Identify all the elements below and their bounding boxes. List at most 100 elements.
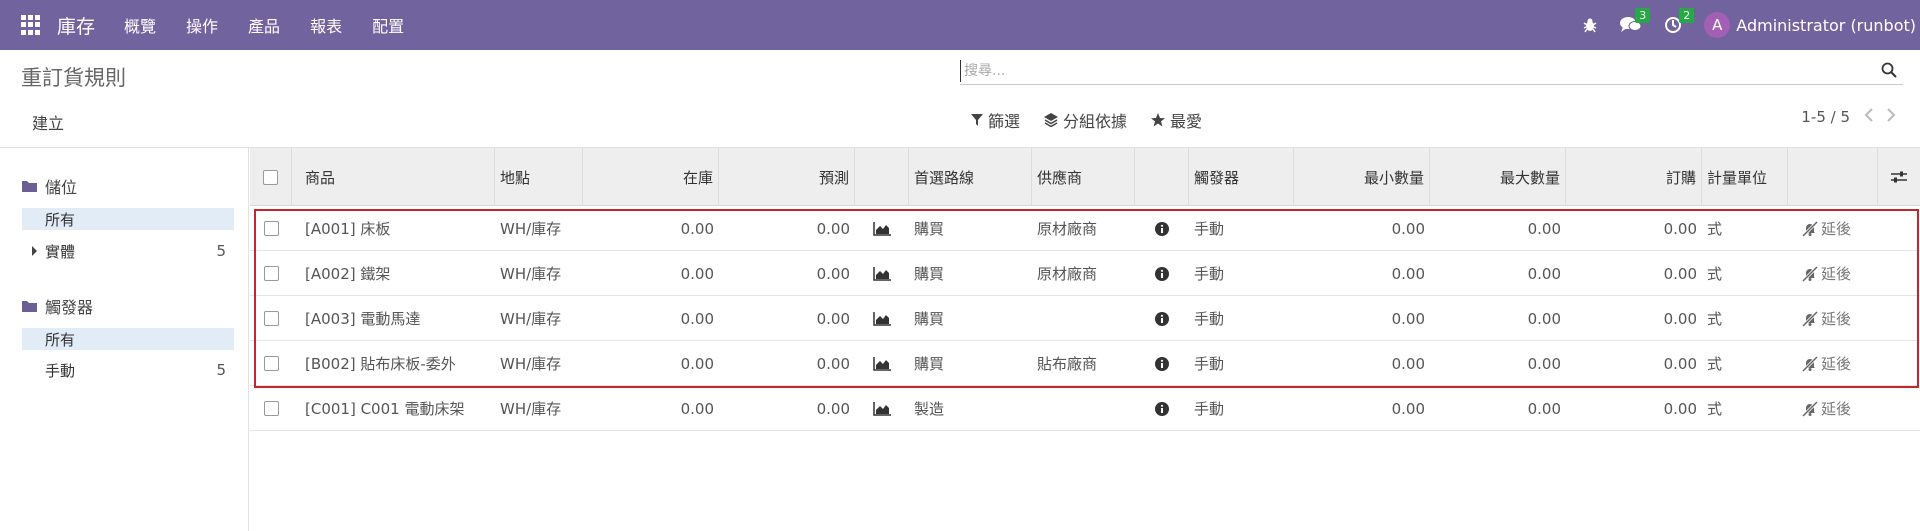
debug-bug-icon[interactable]: [1582, 17, 1598, 33]
info-icon[interactable]: [1155, 311, 1169, 326]
sidebar-item-location-all[interactable]: 所有: [22, 208, 234, 230]
cell-min-qty: 0.00: [1391, 264, 1425, 283]
column-header-trigger[interactable]: 觸發器: [1189, 148, 1294, 206]
column-header-route[interactable]: 首選路線: [909, 148, 1032, 206]
favorites-button[interactable]: 最愛: [1151, 108, 1202, 132]
snooze-cell: 延後: [1788, 206, 1878, 251]
row-checkbox[interactable]: [263, 401, 279, 416]
trigger-section-title: 觸發器: [45, 298, 94, 317]
menu-overview[interactable]: 概覽: [109, 13, 171, 37]
messages-icon[interactable]: 3: [1620, 8, 1651, 34]
reorder-rules-table: 商品 地點 在庫 預測 首選路線 供應商 觸發器 最小數量 最大數量 訂購 計量…: [250, 148, 1920, 431]
layers-icon: [1044, 113, 1059, 127]
select-all-checkbox[interactable]: [263, 169, 278, 185]
pager-previous-icon[interactable]: [1864, 108, 1873, 126]
cell-on-hand: 0.00: [680, 264, 714, 283]
cell-uom: 式: [1707, 400, 1723, 418]
cell-forecast: 0.00: [816, 309, 850, 328]
cell-vendor: 原材廠商: [1037, 265, 1098, 283]
info-icon[interactable]: [1155, 356, 1169, 371]
trigger-section-header: 觸發器: [22, 294, 93, 318]
navbar-systray: 3 2 A Administrator (runbot): [1582, 0, 1920, 50]
sidebar-item-location-physical[interactable]: 實體 5: [22, 240, 234, 262]
column-header-max-qty[interactable]: 最大數量: [1430, 148, 1566, 206]
pager: 1-5 / 5: [1801, 108, 1896, 126]
pager-next-icon[interactable]: [1887, 108, 1896, 126]
pager-value[interactable]: 1-5 / 5: [1801, 108, 1850, 126]
cell-product: [A002] 鐵架: [305, 265, 391, 283]
snooze-button[interactable]: 延後: [1802, 218, 1851, 239]
menu-operations[interactable]: 操作: [171, 13, 233, 37]
table-row[interactable]: [A003] 電動馬達 WH/庫存 0.00 0.00 購買 手動 0.00 0.00 0.00…: [250, 296, 1920, 341]
column-header-uom[interactable]: 計量單位: [1702, 148, 1788, 206]
snooze-button[interactable]: 延後: [1802, 353, 1851, 374]
info-icon[interactable]: [1155, 221, 1169, 236]
table-row[interactable]: [B002] 貼布床板-委外 WH/庫存 0.00 0.00 購買 貼布廠商 手動 0.00 0…: [250, 341, 1920, 386]
expand-caret-icon[interactable]: [32, 246, 37, 256]
column-header-min-qty[interactable]: 最小數量: [1294, 148, 1430, 206]
filter-bar: 篩選 分組依據 最愛: [971, 108, 1226, 132]
sidebar-item-label: 所有: [45, 330, 76, 349]
apps-menu-icon[interactable]: [21, 15, 41, 35]
snooze-button[interactable]: 延後: [1802, 308, 1851, 329]
menu-products[interactable]: 產品: [233, 13, 295, 37]
cell-product: [B002] 貼布床板-委外: [305, 355, 456, 373]
cell-on-hand: 0.00: [680, 354, 714, 373]
cell-forecast: 0.00: [816, 399, 850, 418]
app-title[interactable]: 庫存: [57, 12, 95, 39]
cell-min-qty: 0.00: [1391, 309, 1425, 328]
cell-order: 0.00: [1663, 354, 1697, 373]
cell-route: 購買: [914, 355, 945, 373]
optional-columns-toggle[interactable]: [1878, 148, 1920, 206]
snooze-button[interactable]: 延後: [1802, 263, 1851, 284]
row-checkbox[interactable]: [263, 266, 279, 281]
create-button[interactable]: 建立: [22, 108, 74, 136]
cell-forecast: 0.00: [816, 264, 850, 283]
cell-max-qty: 0.00: [1527, 354, 1561, 373]
cell-order: 0.00: [1663, 264, 1697, 283]
bell-slash-icon: [1802, 220, 1818, 237]
search-icon[interactable]: [1881, 62, 1897, 82]
menu-reporting[interactable]: 報表: [295, 13, 357, 37]
column-header-product[interactable]: 商品: [300, 148, 495, 206]
sidebar-item-trigger-all[interactable]: 所有: [22, 328, 234, 350]
area-chart-icon[interactable]: [873, 266, 891, 281]
area-chart-icon[interactable]: [873, 221, 891, 236]
user-menu[interactable]: Administrator (runbot): [1736, 16, 1916, 35]
column-header-forecast[interactable]: 預測: [719, 148, 855, 206]
area-chart-icon[interactable]: [873, 401, 891, 416]
column-header-on-hand[interactable]: 在庫: [583, 148, 719, 206]
info-cell: [1135, 386, 1189, 431]
cell-route: 購買: [914, 220, 945, 238]
table-row[interactable]: [C001] C001 電動床架 WH/庫存 0.00 0.00 製造 手動 0.00 0.0…: [250, 386, 1920, 431]
menu-configuration[interactable]: 配置: [357, 13, 419, 37]
group-by-button[interactable]: 分組依據: [1044, 108, 1127, 132]
snooze-button[interactable]: 延後: [1802, 398, 1851, 419]
column-header-graph: [855, 148, 909, 206]
filter-icon: [971, 114, 983, 126]
column-header-location[interactable]: 地點: [495, 148, 583, 206]
folder-icon: [22, 301, 37, 312]
forecast-graph-cell: [855, 341, 909, 386]
column-header-vendor[interactable]: 供應商: [1032, 148, 1135, 206]
row-checkbox[interactable]: [263, 221, 279, 236]
search-input[interactable]: [960, 60, 1860, 82]
area-chart-icon[interactable]: [873, 311, 891, 326]
column-header-order[interactable]: 訂購: [1566, 148, 1702, 206]
cell-product: [A003] 電動馬達: [305, 310, 421, 328]
cell-on-hand: 0.00: [680, 219, 714, 238]
table-row[interactable]: [A002] 鐵架 WH/庫存 0.00 0.00 購買 原材廠商 手動 0.00 0.00 0.…: [250, 251, 1920, 296]
cell-on-hand: 0.00: [680, 309, 714, 328]
filter-button[interactable]: 篩選: [971, 108, 1020, 132]
info-icon[interactable]: [1155, 401, 1169, 416]
area-chart-icon[interactable]: [873, 356, 891, 371]
info-icon[interactable]: [1155, 266, 1169, 281]
sidebar-item-label: 手動: [45, 361, 76, 380]
table-row[interactable]: [A001] 床板 WH/庫存 0.00 0.00 購買 原材廠商 手動 0.00 0.00 0.…: [250, 206, 1920, 251]
avatar[interactable]: A: [1704, 12, 1731, 38]
activities-clock-icon[interactable]: 2: [1664, 8, 1695, 34]
row-checkbox[interactable]: [263, 356, 279, 371]
row-checkbox[interactable]: [263, 311, 279, 326]
sidebar-item-trigger-manual[interactable]: 手動 5: [22, 359, 234, 381]
cell-route: 購買: [914, 265, 945, 283]
